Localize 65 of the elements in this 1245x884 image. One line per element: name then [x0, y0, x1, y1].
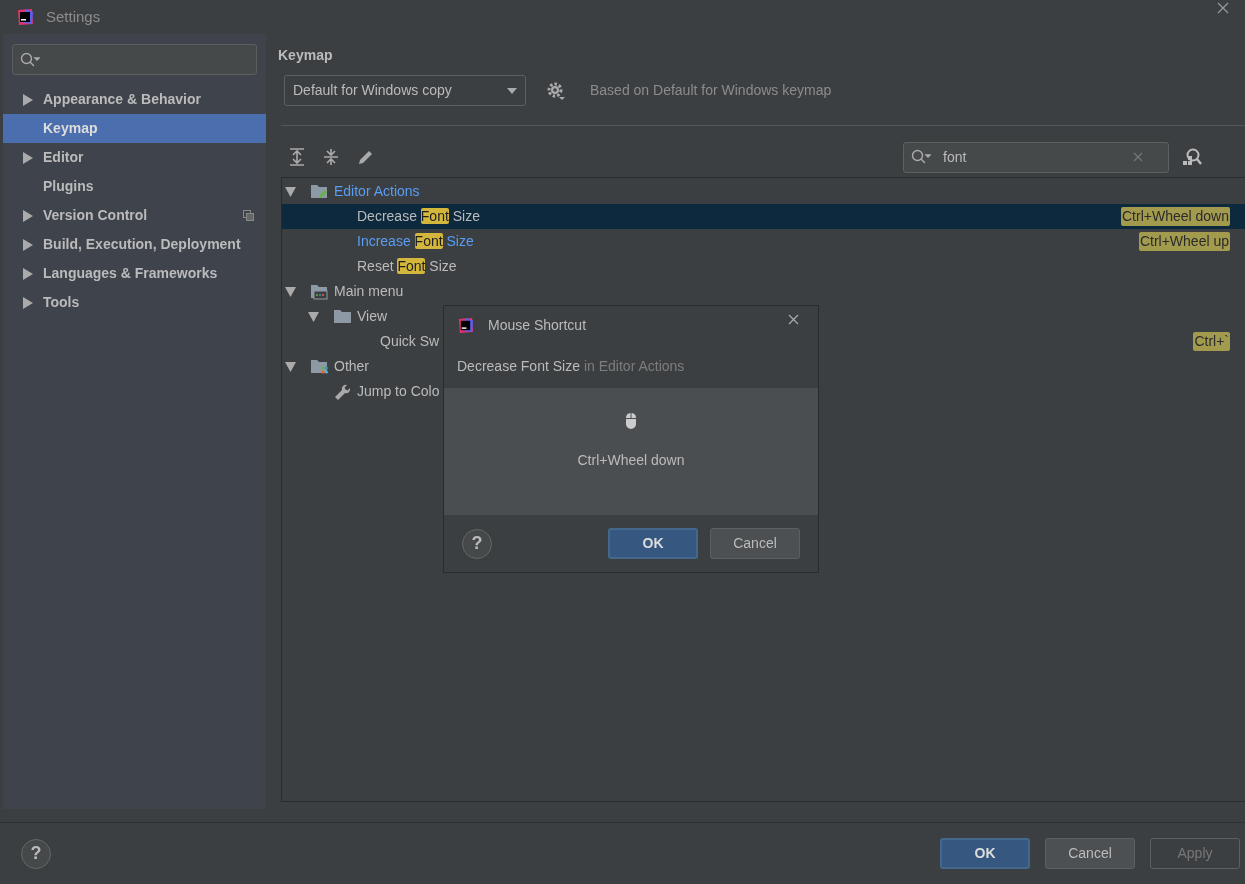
action-label: Quick Sw	[380, 332, 440, 351]
shortcut-text: Ctrl+Wheel down	[577, 451, 685, 470]
close-icon[interactable]	[1217, 2, 1229, 14]
folder-icon	[334, 308, 352, 325]
action-label: Decrease Font Size	[357, 207, 480, 226]
shortcut-badge: Ctrl+Wheel up	[1138, 232, 1230, 251]
window-title: Settings	[46, 6, 101, 27]
action-label: Main menu	[334, 282, 404, 301]
keymap-dropdown[interactable]: Default for Windows copy	[284, 75, 526, 106]
selected-row[interactable]: Decrease Font Size Ctrl+Wheel down	[282, 204, 1245, 229]
sidebar-item[interactable]: Keymap	[3, 114, 266, 143]
gear-icon[interactable]	[546, 80, 566, 101]
search-icon	[911, 149, 931, 165]
action-label: Other	[334, 357, 369, 376]
sidebar-item[interactable]: Languages & Frameworks	[3, 259, 266, 288]
expand-arrow-icon[interactable]	[22, 296, 33, 309]
dropdown-caret-icon	[507, 87, 517, 94]
sidebar-item[interactable]: Plugins	[3, 172, 266, 201]
search-field[interactable]	[12, 44, 257, 75]
action-label: Increase Font Size	[357, 232, 474, 251]
sidebar-item[interactable]: Build, Execution, Deployment	[3, 230, 266, 259]
sidebar-item[interactable]: Appearance & Behavior	[3, 85, 266, 114]
cancel-button[interactable]: Cancel	[710, 528, 800, 559]
action-label: Decrease Font Size in Editor Actions	[457, 356, 685, 376]
collapse-all-icon[interactable]	[323, 148, 339, 166]
sidebar-item[interactable]: Tools	[3, 288, 266, 317]
collapse-arrow-icon[interactable]	[285, 360, 296, 373]
cancel-button[interactable]: Cancel	[1045, 838, 1135, 869]
action-label: Editor Actions	[334, 182, 420, 201]
based-on-label: Based on Default for Windows keymap	[590, 81, 832, 100]
help-button[interactable]: ?	[21, 838, 51, 869]
page-title: Keymap	[278, 46, 334, 63]
collapse-arrow-icon[interactable]	[285, 285, 296, 298]
help-button[interactable]: ?	[462, 528, 492, 559]
expand-arrow-icon[interactable]	[22, 151, 33, 164]
collapse-arrow-icon[interactable]	[285, 185, 296, 198]
collapse-arrow-icon[interactable]	[308, 310, 319, 323]
search-input[interactable]: font	[943, 146, 1133, 168]
ok-button[interactable]: OK	[940, 838, 1030, 869]
filter-field[interactable]: font	[903, 141, 1169, 173]
expand-arrow-icon[interactable]	[22, 209, 33, 222]
app-logo-icon	[16, 8, 34, 26]
dialog-title: Mouse Shortcut	[488, 315, 587, 335]
copy-icon	[243, 210, 254, 221]
wrench-icon	[334, 383, 351, 400]
sidebar-item[interactable]: Version Control	[3, 201, 266, 230]
find-shortcut-icon[interactable]	[1181, 147, 1203, 167]
action-label: View	[357, 307, 388, 326]
pencil-icon[interactable]	[357, 148, 375, 166]
ok-button[interactable]: OK	[608, 528, 698, 559]
shortcut-badge: Ctrl+Wheel down	[1121, 207, 1230, 226]
sidebar-item[interactable]: Editor	[3, 143, 266, 172]
expand-arrow-icon[interactable]	[22, 238, 33, 251]
shortcut-badge: Ctrl+`	[1193, 332, 1230, 351]
expand-arrow-icon[interactable]	[22, 93, 33, 106]
folder-menu-icon	[311, 283, 329, 300]
folder-pencil-icon	[311, 183, 329, 200]
close-icon[interactable]	[788, 313, 799, 325]
mouse-icon	[625, 412, 637, 430]
expand-all-icon[interactable]	[289, 148, 305, 166]
expand-arrow-icon[interactable]	[22, 267, 33, 280]
folder-dots-icon	[311, 358, 329, 375]
search-icon	[20, 51, 40, 68]
app-logo-icon	[457, 316, 474, 334]
action-label: Jump to Colo	[357, 382, 440, 401]
